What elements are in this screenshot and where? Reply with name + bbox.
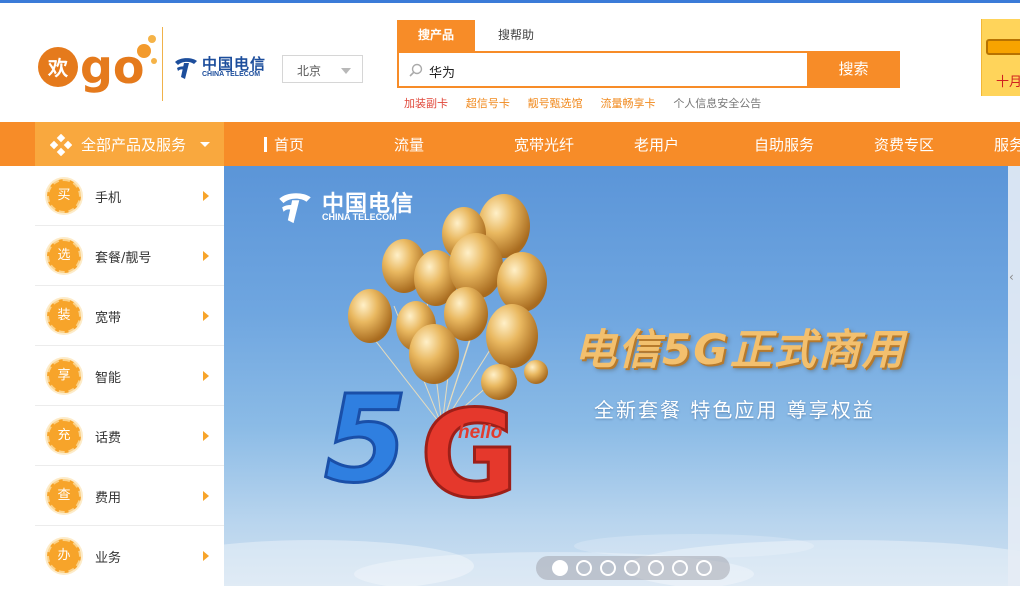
hot-link-extra-card[interactable]: 加装副卡 <box>404 95 448 111</box>
nav-broadband[interactable]: 宽带光纤 <box>514 134 574 155</box>
chevron-right-icon <box>203 491 209 501</box>
category-badge: 办 <box>47 539 81 573</box>
svg-text:go: go <box>80 40 145 94</box>
category-label: 套餐/靓号 <box>95 251 152 266</box>
chevron-left-icon[interactable]: ‹ <box>1009 270 1014 284</box>
carousel-dot[interactable] <box>696 560 712 576</box>
category-label: 费用 <box>95 491 122 506</box>
nav-tariffs[interactable]: 资费专区 <box>874 134 934 155</box>
carousel-dot[interactable] <box>576 560 592 576</box>
search-input[interactable] <box>429 61 799 81</box>
category-broadband[interactable]: 装 宽带 <box>35 286 224 346</box>
tab-search-products[interactable]: 搜产品 <box>397 20 475 51</box>
huango-logo-char: 欢 <box>47 56 69 80</box>
chevron-right-icon <box>203 431 209 441</box>
category-badge: 买 <box>47 179 81 213</box>
nav-service[interactable]: 服务 <box>994 134 1020 155</box>
chevron-right-icon <box>203 371 209 381</box>
huango-logo[interactable]: 欢 go <box>36 25 166 105</box>
category-menu: 买 手机 选 套餐/靓号 装 宽带 享 智能 充 话费 查 费用 办 业务 <box>35 166 224 586</box>
category-business[interactable]: 办 业务 <box>35 526 224 586</box>
category-badge: 享 <box>47 359 81 393</box>
category-badge: 装 <box>47 299 81 333</box>
city-selector[interactable]: 北京 <box>282 55 363 83</box>
caret-down-icon <box>200 142 210 147</box>
carousel-indicators <box>536 556 730 580</box>
category-badge: 充 <box>47 419 81 453</box>
china-telecom-logo: 中国电信 CHINA TELECOM <box>172 53 265 83</box>
all-products-menu[interactable]: 全部产品及服务 <box>35 122 224 166</box>
logo-divider <box>162 27 163 101</box>
promo-banner[interactable]: 十月 <box>981 19 1020 96</box>
category-phone[interactable]: 买 手机 <box>35 166 224 226</box>
hot-link-lucky-number[interactable]: 靓号甄选馆 <box>528 95 583 111</box>
category-top-up[interactable]: 充 话费 <box>35 406 224 466</box>
hero-banner[interactable]: 中国电信 CHINA TELECOM 5 G hello 电信5G正式商用 全新… <box>224 166 1020 586</box>
category-smart[interactable]: 享 智能 <box>35 346 224 406</box>
nav-home[interactable]: 首页 <box>274 134 304 155</box>
5g-letter: G <box>420 386 519 516</box>
chevron-right-icon <box>203 191 209 201</box>
all-products-label: 全部产品及服务 <box>81 136 187 154</box>
nav-active-marker <box>264 137 267 152</box>
carousel-dot[interactable] <box>600 560 616 576</box>
tab-search-help[interactable]: 搜帮助 <box>479 20 553 51</box>
china-telecom-icon <box>175 58 197 79</box>
hello-text: hello <box>458 422 503 443</box>
category-label: 智能 <box>95 371 122 386</box>
china-telecom-icon <box>279 193 311 224</box>
hot-links: 加装副卡 超信号卡 靓号甄选馆 流量畅享卡 个人信息安全公告 <box>404 95 775 113</box>
category-label: 宽带 <box>95 311 122 326</box>
header: 欢 go 中国电信 CHINA TELECOM 北京 搜产品 搜帮助 搜索 加装… <box>0 3 1020 122</box>
chevron-right-icon <box>203 311 209 321</box>
nav-data[interactable]: 流量 <box>394 134 424 155</box>
chevron-right-icon <box>203 251 209 261</box>
balloons-5g-illustration: 5 G <box>324 194 548 516</box>
city-label: 北京 <box>297 64 322 78</box>
promo-graphic <box>986 39 1020 55</box>
side-panel-edge <box>1008 166 1020 586</box>
chevron-right-icon <box>203 551 209 561</box>
hot-link-super-signal[interactable]: 超信号卡 <box>466 95 510 111</box>
chevron-down-icon <box>341 68 351 74</box>
nav-existing-users[interactable]: 老用户 <box>634 134 679 155</box>
promo-text: 十月 <box>996 75 1020 90</box>
5g-number: 5 <box>324 371 408 510</box>
banner-subline: 全新套餐 特色应用 尊享权益 <box>594 398 875 422</box>
category-badge: 选 <box>47 239 81 273</box>
banner-headline: 电信5G正式商用 <box>574 325 906 374</box>
category-label: 手机 <box>95 191 122 206</box>
category-label: 业务 <box>95 551 122 566</box>
grid-diamond-icon <box>50 134 72 156</box>
hot-link-privacy-notice[interactable]: 个人信息安全公告 <box>673 95 761 111</box>
category-bills[interactable]: 查 费用 <box>35 466 224 526</box>
category-badge: 查 <box>47 479 81 513</box>
carousel-dot[interactable] <box>624 560 640 576</box>
nav-self-service[interactable]: 自助服务 <box>754 134 814 155</box>
search-box <box>397 51 809 88</box>
main-nav: 全部产品及服务 首页 流量 宽带光纤 老用户 自助服务 资费专区 服务 <box>0 122 1020 166</box>
carousel-dot[interactable] <box>552 560 568 576</box>
china-telecom-en: CHINA TELECOM <box>202 71 261 78</box>
category-label: 话费 <box>95 431 122 446</box>
search-button[interactable]: 搜索 <box>807 51 900 88</box>
category-plans-numbers[interactable]: 选 套餐/靓号 <box>35 226 224 286</box>
carousel-dot[interactable] <box>648 560 664 576</box>
hot-link-data-card[interactable]: 流量畅享卡 <box>600 95 655 111</box>
carousel-dot[interactable] <box>672 560 688 576</box>
search-icon <box>409 63 423 77</box>
